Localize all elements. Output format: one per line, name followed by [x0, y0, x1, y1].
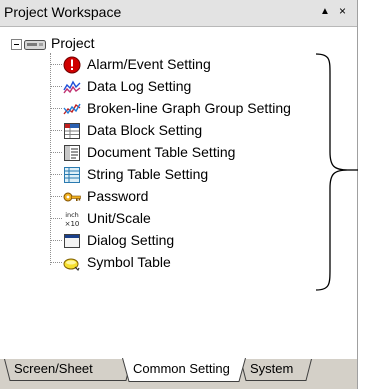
tree-item-label: Broken-line Graph Group Setting [87, 100, 291, 116]
tree-item-label: Document Table Setting [87, 144, 236, 160]
tree-item-label: Data Block Setting [87, 122, 203, 138]
tree-item-broken-line-graph-group-setting[interactable]: Broken-line Graph Group Setting [50, 98, 350, 120]
project-folder-icon [24, 40, 46, 50]
tree-item-label: Dialog Setting [87, 232, 175, 248]
tree-branch [50, 108, 62, 109]
tree-branch [50, 174, 62, 175]
tree-item-document-table-setting[interactable]: Document Table Setting [50, 142, 350, 164]
tree-item-label: Alarm/Event Setting [87, 56, 211, 72]
tree-item-symbol-table[interactable]: Symbol Table [50, 252, 350, 274]
document-table-icon [64, 145, 80, 161]
symbol-table-icon [63, 258, 80, 272]
tree-branch [50, 86, 62, 87]
tab-label: Common Setting [133, 361, 230, 376]
tree-item-unit-scale[interactable]: inch ×10 Unit/Scale [50, 208, 350, 230]
tab-system[interactable]: System [240, 359, 312, 381]
data-log-icon [63, 80, 81, 94]
tree-branch [50, 64, 62, 65]
collapse-toggle[interactable] [11, 39, 22, 50]
tree-branch [50, 218, 62, 219]
tree-item-string-table-setting[interactable]: String Table Setting [50, 164, 350, 186]
tree-branch [50, 130, 62, 131]
tree-item-dialog-setting[interactable]: Dialog Setting [50, 230, 350, 252]
data-block-icon [64, 123, 80, 139]
unit-scale-icon: inch ×10 [65, 211, 80, 228]
dialog-icon [64, 234, 80, 248]
tree-root-project[interactable]: Project [51, 35, 95, 51]
tree-item-password[interactable]: Password [50, 186, 350, 208]
pin-icon[interactable]: ▲ [320, 6, 330, 18]
tab-common-setting[interactable]: Common Setting [122, 358, 246, 382]
string-table-icon [64, 167, 80, 183]
project-tree: Project Alarm/Event Setting Data Log Set… [0, 27, 357, 359]
tab-label: System [250, 361, 294, 376]
tree-item-label: String Table Setting [87, 166, 209, 182]
tree-item-label: Symbol Table [87, 254, 171, 270]
tab-label: Screen/Sheet [14, 361, 93, 376]
panel-titlebar: Project Workspace ▲ × [0, 0, 357, 27]
unit-icon-top-text: inch [65, 211, 79, 219]
tab-screen-sheet[interactable]: Screen/Sheet [4, 359, 132, 381]
tree-item-data-log-setting[interactable]: Data Log Setting [50, 76, 350, 98]
project-workspace-panel: Project Workspace ▲ × Project Alarm/Even… [0, 0, 358, 389]
broken-line-graph-icon [63, 103, 81, 115]
close-icon[interactable]: × [339, 5, 346, 17]
alarm-icon [63, 56, 81, 74]
tree-item-label: Data Log Setting [87, 78, 192, 94]
bracket-annotation [315, 53, 358, 291]
tree-branch [50, 152, 62, 153]
key-icon [63, 192, 81, 202]
panel-title: Project Workspace [4, 4, 122, 20]
tree-item-data-block-setting[interactable]: Data Block Setting [50, 120, 350, 142]
tree-item-alarm-event-setting[interactable]: Alarm/Event Setting [50, 54, 350, 76]
tree-branch [50, 240, 62, 241]
workspace-tab-bar: Screen/Sheet System Common Setting [0, 358, 357, 389]
tree-branch [50, 262, 62, 263]
tree-item-label: Unit/Scale [87, 210, 151, 226]
unit-icon-bottom-text: ×10 [65, 220, 80, 228]
tree-branch [50, 196, 62, 197]
tree-item-label: Password [87, 188, 149, 204]
